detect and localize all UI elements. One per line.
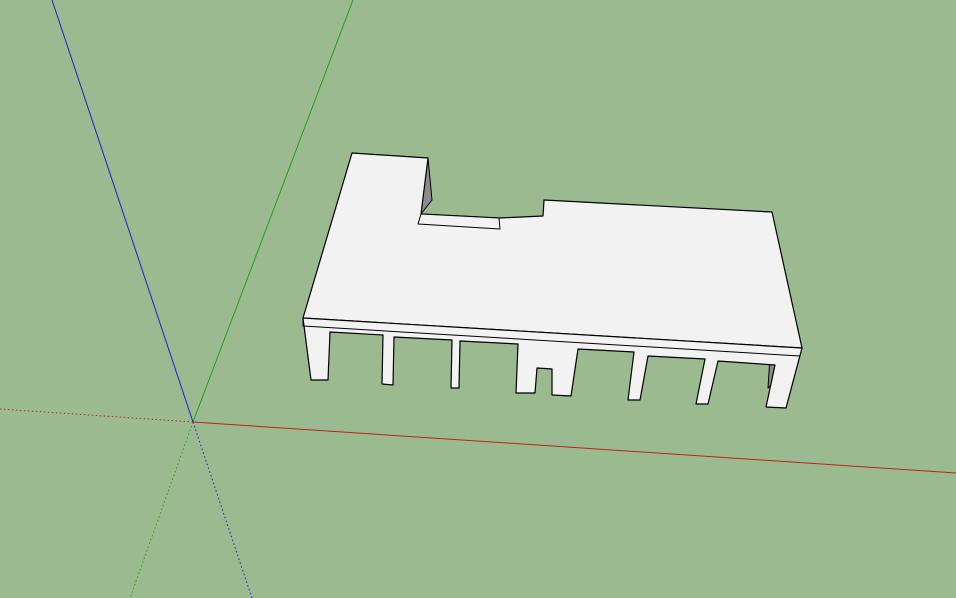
red-axis-negative: [0, 408, 194, 423]
sketchup-viewport[interactable]: [0, 0, 956, 598]
green-axis-negative: [129, 421, 194, 598]
red-axis: [192, 421, 956, 474]
building-model[interactable]: [302, 152, 803, 409]
blue-axis: [51, 0, 194, 423]
roof-top-face[interactable]: [302, 152, 803, 349]
3d-scene[interactable]: [0, 0, 956, 598]
blue-axis-negative: [192, 421, 253, 598]
